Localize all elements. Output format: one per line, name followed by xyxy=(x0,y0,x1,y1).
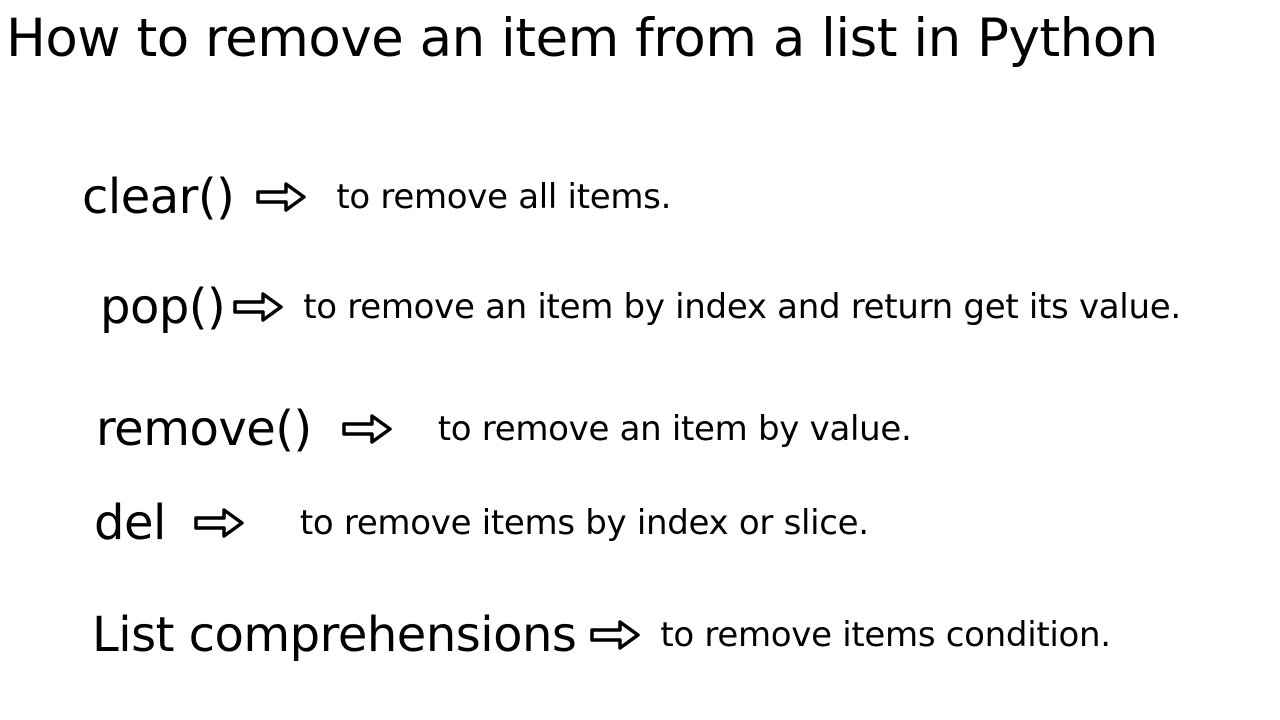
method-row-del: del to remove items by index or slice. xyxy=(82,495,1280,551)
arrow-icon xyxy=(256,180,308,214)
arrow-icon xyxy=(194,506,246,540)
method-name: List comprehensions xyxy=(92,607,576,663)
method-description: to remove items by index or slice. xyxy=(300,503,869,543)
method-row-pop: pop() to remove an item by index and ret… xyxy=(82,279,1280,335)
method-row-clear: clear() to remove all items. xyxy=(82,169,1280,225)
methods-list: clear() to remove all items. pop() to re… xyxy=(0,69,1280,663)
method-row-listcomp: List comprehensions to remove items cond… xyxy=(82,607,1280,663)
method-row-remove: remove() to remove an item by value. xyxy=(82,401,1280,457)
method-description: to remove an item by index and return ge… xyxy=(303,287,1181,327)
method-name: remove() xyxy=(96,401,312,457)
method-name: pop() xyxy=(100,279,225,335)
method-description: to remove an item by value. xyxy=(438,409,912,449)
page-title: How to remove an item from a list in Pyt… xyxy=(0,0,1280,69)
method-name: del xyxy=(94,495,166,551)
method-description: to remove all items. xyxy=(336,177,671,217)
arrow-icon xyxy=(233,290,285,324)
arrow-icon xyxy=(342,412,394,446)
arrow-icon xyxy=(590,618,642,652)
method-name: clear() xyxy=(82,169,234,225)
method-description: to remove items condition. xyxy=(660,615,1110,655)
